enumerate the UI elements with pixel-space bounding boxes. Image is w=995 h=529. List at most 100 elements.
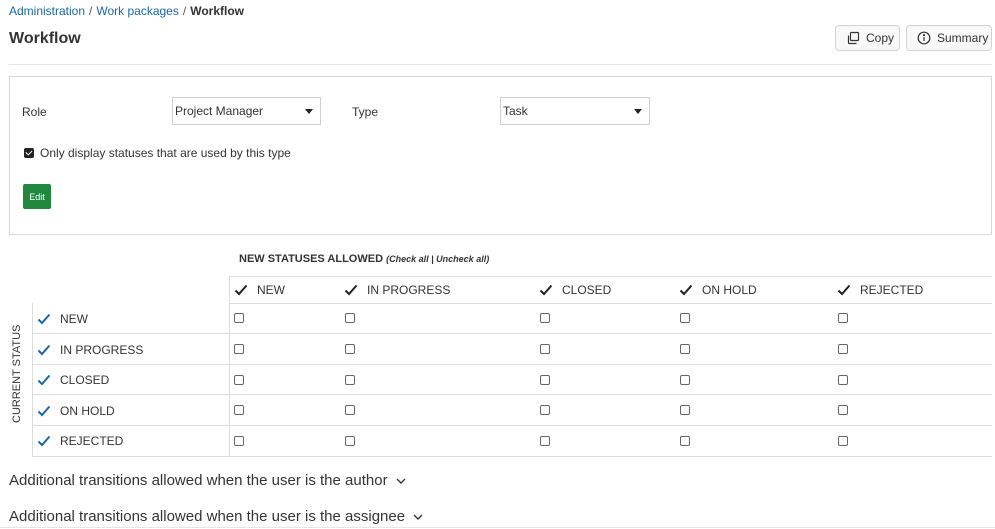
summary-button[interactable]: Summary	[906, 25, 992, 51]
summary-button-label: Summary	[937, 31, 989, 45]
breadcrumb: Administration / Work packages / Workflow	[9, 4, 244, 18]
column-header-on-hold[interactable]: ON HOLD	[679, 283, 757, 297]
links-separator: |	[431, 254, 434, 264]
column-label: NEW	[257, 283, 285, 297]
checkmark-icon	[539, 284, 553, 296]
row-header-in-progress[interactable]: IN PROGRESS	[37, 343, 143, 357]
assignee-transitions-toggle[interactable]: Additional transitions allowed when the …	[9, 508, 423, 525]
transition-checkbox[interactable]	[540, 405, 550, 415]
transition-checkbox[interactable]	[680, 313, 690, 323]
breadcrumb-work-packages[interactable]: Work packages	[96, 4, 178, 18]
current-status-label: CURRENT STATUS	[11, 324, 23, 423]
transition-checkbox[interactable]	[234, 436, 244, 446]
author-transitions-label: Additional transitions allowed when the …	[9, 472, 388, 489]
transition-checkbox[interactable]	[540, 375, 550, 385]
type-select[interactable]: Task	[500, 97, 650, 125]
column-header-rejected[interactable]: REJECTED	[837, 283, 923, 297]
type-select-value: Task	[503, 104, 528, 118]
grid-line	[229, 303, 992, 304]
grid-line	[32, 394, 992, 395]
checkmark-icon	[37, 435, 51, 447]
transition-checkbox[interactable]	[838, 313, 848, 323]
only-used-statuses-checkbox[interactable]	[24, 148, 34, 158]
transition-checkbox[interactable]	[680, 344, 690, 354]
checkmark-icon	[234, 284, 248, 296]
row-label: IN PROGRESS	[60, 343, 144, 357]
transition-checkbox[interactable]	[234, 344, 244, 354]
transition-checkbox[interactable]	[680, 375, 690, 385]
row-label: REJECTED	[60, 434, 124, 448]
checkmark-icon	[37, 313, 51, 325]
transition-checkbox[interactable]	[838, 375, 848, 385]
transition-checkbox[interactable]	[345, 375, 355, 385]
role-select-value: Project Manager	[175, 104, 264, 118]
grid-line	[32, 333, 992, 334]
transition-checkbox[interactable]	[345, 313, 355, 323]
chevron-down-icon	[396, 478, 406, 484]
transition-checkbox[interactable]	[838, 344, 848, 354]
transition-checkbox[interactable]	[838, 405, 848, 415]
row-header-rejected[interactable]: REJECTED	[37, 434, 123, 448]
chevron-down-icon	[305, 109, 313, 114]
info-icon	[917, 31, 931, 45]
only-used-statuses-option[interactable]: Only display statuses that are used by t…	[24, 146, 291, 160]
role-label: Role	[22, 105, 47, 119]
type-label: Type	[352, 105, 379, 119]
grid-line	[32, 456, 230, 457]
transition-checkbox[interactable]	[345, 344, 355, 354]
check-links: (Check all | Uncheck all)	[386, 254, 490, 264]
column-label: IN PROGRESS	[367, 283, 451, 297]
breadcrumb-separator: /	[182, 4, 187, 18]
role-select[interactable]: Project Manager	[172, 97, 321, 125]
column-label: ON HOLD	[702, 283, 757, 297]
only-used-statuses-label: Only display statuses that are used by t…	[40, 146, 291, 160]
row-header-new[interactable]: NEW	[37, 312, 88, 326]
transition-checkbox[interactable]	[680, 405, 690, 415]
checkmark-icon	[37, 344, 51, 356]
checkmark-icon	[679, 284, 693, 296]
column-header-closed[interactable]: CLOSED	[539, 283, 611, 297]
filter-panel: Role Project Manager Type Task Only disp…	[9, 76, 992, 235]
breadcrumb-separator: /	[89, 4, 93, 18]
page-title: Workflow	[9, 30, 81, 47]
column-label: REJECTED	[860, 283, 924, 297]
row-header-closed[interactable]: CLOSED	[37, 373, 109, 387]
row-label: NEW	[60, 312, 88, 326]
new-statuses-heading: NEW STATUSES ALLOWED (Check all | Unchec…	[239, 253, 489, 265]
new-statuses-label: NEW STATUSES ALLOWED	[239, 253, 384, 265]
column-header-in-progress[interactable]: IN PROGRESS	[344, 283, 450, 297]
breadcrumb-administration[interactable]: Administration	[9, 4, 85, 18]
copy-button-label: Copy	[866, 31, 895, 45]
grid-line	[32, 425, 992, 426]
transition-checkbox[interactable]	[234, 313, 244, 323]
transition-checkbox[interactable]	[540, 344, 550, 354]
edit-button[interactable]: Edit	[23, 184, 51, 209]
checkmark-icon	[837, 284, 851, 296]
transition-checkbox[interactable]	[680, 436, 690, 446]
grid-line	[32, 364, 992, 365]
transition-checkbox[interactable]	[540, 436, 550, 446]
row-label: ON HOLD	[60, 404, 115, 418]
copy-button[interactable]: Copy	[835, 25, 900, 51]
checkmark-icon	[37, 405, 51, 417]
transition-checkbox[interactable]	[540, 313, 550, 323]
column-label: CLOSED	[562, 283, 612, 297]
row-header-on-hold[interactable]: ON HOLD	[37, 404, 115, 418]
bottom-divider	[0, 527, 995, 528]
row-label: CLOSED	[60, 373, 110, 387]
chevron-down-icon	[634, 109, 642, 114]
assignee-transitions-label: Additional transitions allowed when the …	[9, 508, 406, 525]
title-divider	[9, 64, 992, 65]
transition-checkbox[interactable]	[234, 405, 244, 415]
transition-checkbox[interactable]	[345, 405, 355, 415]
checkmark-icon	[344, 284, 358, 296]
transition-checkbox[interactable]	[345, 436, 355, 446]
transition-checkbox[interactable]	[838, 436, 848, 446]
check-all-link[interactable]: Check all	[389, 254, 429, 264]
author-transitions-toggle[interactable]: Additional transitions allowed when the …	[9, 472, 406, 489]
copy-icon	[846, 31, 860, 45]
uncheck-all-link[interactable]: Uncheck all	[436, 254, 486, 264]
chevron-down-icon	[413, 514, 423, 520]
column-header-new[interactable]: NEW	[234, 283, 285, 297]
transition-checkbox[interactable]	[234, 375, 244, 385]
